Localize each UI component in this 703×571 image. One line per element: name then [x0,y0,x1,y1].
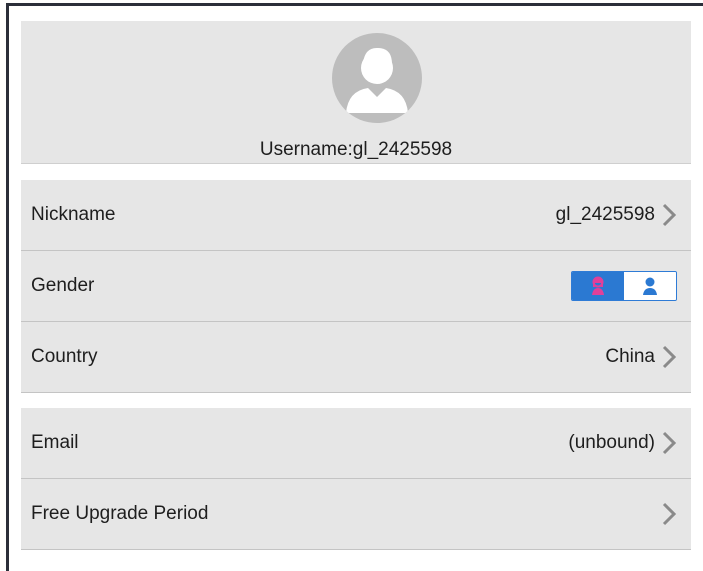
nickname-label: Nickname [31,204,116,225]
free-upgrade-period-label: Free Upgrade Period [31,503,209,524]
country-row[interactable]: Country China [21,322,691,393]
chevron-right-icon [662,203,677,227]
gender-toggle [571,271,677,301]
email-row[interactable]: Email (unbound) [21,408,691,479]
nickname-value: gl_2425598 [555,204,655,225]
gender-row: Gender [21,251,691,322]
gender-male-option[interactable] [624,272,676,300]
email-label: Email [31,432,79,453]
email-value: (unbound) [568,432,655,453]
chevron-right-icon [662,345,677,369]
male-icon [643,277,657,295]
gender-label: Gender [31,275,95,296]
country-label: Country [31,346,98,367]
female-icon [592,276,604,295]
nickname-row[interactable]: Nickname gl_2425598 [21,180,691,251]
free-upgrade-period-row[interactable]: Free Upgrade Period [21,479,691,550]
username-label: Username:gl_2425598 [259,139,453,160]
account-settings-group: Email (unbound) Free Upgrade Period [21,408,691,550]
chevron-right-icon [662,502,677,526]
user-avatar-icon[interactable] [332,33,422,123]
chevron-right-icon [662,431,677,455]
profile-header: Username:gl_2425598 [21,21,691,164]
country-value: China [605,346,655,367]
profile-settings-group: Nickname gl_2425598 Gender Country China [21,180,691,393]
gender-female-option[interactable] [572,272,624,300]
